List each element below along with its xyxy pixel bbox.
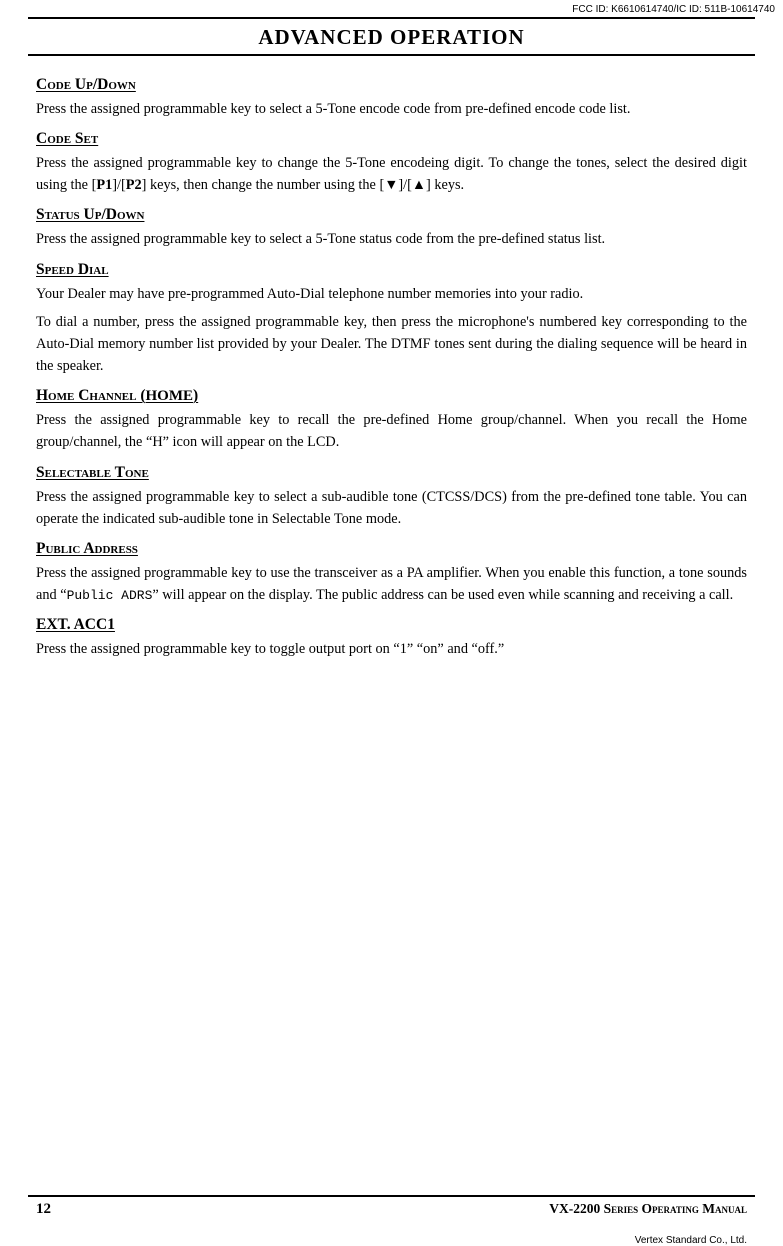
heading-code-set: Code Set <box>36 130 747 148</box>
title-section: Advanced Operation <box>28 17 755 56</box>
fcc-header: FCC ID: K6610614740/IC ID: 511B-10614740 <box>0 0 783 17</box>
body-code-up-down: Press the assigned programmable key to s… <box>36 98 747 120</box>
body-home-channel: Press the assigned programmable key to r… <box>36 409 747 453</box>
body-public-address: Press the assigned programmable key to u… <box>36 562 747 606</box>
body-status-up-down: Press the assigned programmable key to s… <box>36 228 747 250</box>
heading-selectable-tone: Selectable Tone <box>36 464 747 482</box>
bottom-content: 12 VX-2200 Series Operating Manual <box>28 1201 755 1218</box>
section-selectable-tone: Selectable Tone Press the assigned progr… <box>36 464 747 530</box>
content-area: Code Up/Down Press the assigned programm… <box>0 56 783 680</box>
heading-public-address: Public Address <box>36 540 747 558</box>
section-home-channel: Home Channel (HOME) Press the assigned p… <box>36 387 747 453</box>
heading-home-channel: Home Channel (HOME) <box>36 387 747 405</box>
heading-code-up-down: Code Up/Down <box>36 76 747 94</box>
fcc-id-text: FCC ID: K6610614740/IC ID: 511B-10614740 <box>572 4 775 15</box>
heading-ext-acc1: EXT. ACC1 <box>36 616 747 634</box>
vertex-footer: Vertex Standard Co., Ltd. <box>635 1235 747 1246</box>
page-number: 12 <box>36 1201 51 1218</box>
body-selectable-tone: Press the assigned programmable key to s… <box>36 486 747 530</box>
heading-speed-dial: Speed Dial <box>36 261 747 279</box>
body-code-set: Press the assigned programmable key to c… <box>36 152 747 196</box>
heading-status-up-down: Status Up/Down <box>36 206 747 224</box>
body-speed-dial: Your Dealer may have pre-programmed Auto… <box>36 283 747 378</box>
section-speed-dial: Speed Dial Your Dealer may have pre-prog… <box>36 261 747 378</box>
section-code-up-down: Code Up/Down Press the assigned programm… <box>36 76 747 120</box>
page-container: FCC ID: K6610614740/IC ID: 511B-10614740… <box>0 0 783 1218</box>
section-code-set: Code Set Press the assigned programmable… <box>36 130 747 196</box>
bottom-area: 12 VX-2200 Series Operating Manual <box>0 1195 783 1218</box>
section-ext-acc1: EXT. ACC1 Press the assigned programmabl… <box>36 616 747 660</box>
body-ext-acc1: Press the assigned programmable key to t… <box>36 638 747 660</box>
bottom-rule <box>28 1195 755 1197</box>
manual-title: VX-2200 Series Operating Manual <box>549 1201 747 1217</box>
page-title: Advanced Operation <box>56 25 727 50</box>
section-status-up-down: Status Up/Down Press the assigned progra… <box>36 206 747 250</box>
section-public-address: Public Address Press the assigned progra… <box>36 540 747 606</box>
